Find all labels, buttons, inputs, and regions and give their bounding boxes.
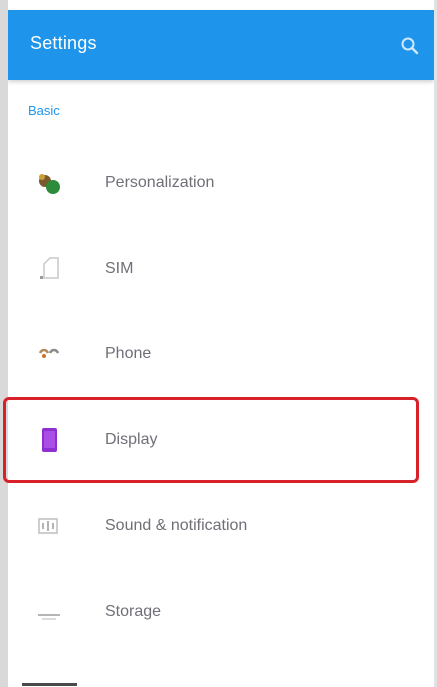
- settings-item-label: SIM: [105, 260, 134, 277]
- page-title: Settings: [30, 33, 97, 53]
- settings-item-label: Phone: [105, 345, 152, 362]
- settings-item-storage[interactable]: Storage: [8, 569, 434, 655]
- partial-list-item-edge: [22, 683, 77, 686]
- settings-item-display[interactable]: Display: [8, 397, 434, 483]
- settings-item-label: Display: [105, 431, 158, 448]
- settings-item-personalization[interactable]: Personalization: [8, 140, 434, 226]
- sound-icon: [32, 509, 66, 543]
- app-bar: Settings: [8, 10, 434, 80]
- display-icon: [32, 423, 66, 457]
- personalization-icon: [32, 166, 66, 200]
- settings-item-label: Storage: [105, 603, 162, 620]
- phone-icon: [32, 337, 66, 371]
- settings-item-label: Sound & notification: [105, 517, 248, 534]
- sim-icon: [32, 252, 66, 286]
- storage-icon: [32, 595, 66, 629]
- search-button[interactable]: [394, 30, 426, 62]
- settings-item-sim[interactable]: SIM: [8, 226, 434, 312]
- section-header: Basic: [28, 103, 60, 118]
- settings-item-label: Personalization: [105, 174, 215, 191]
- search-icon: [401, 37, 419, 55]
- settings-screen: Settings Basic Personalization SIM Phone…: [8, 0, 434, 687]
- settings-item-sound-notification[interactable]: Sound & notification: [8, 483, 434, 569]
- settings-item-phone[interactable]: Phone: [8, 311, 434, 397]
- device-frame-left: [0, 0, 8, 687]
